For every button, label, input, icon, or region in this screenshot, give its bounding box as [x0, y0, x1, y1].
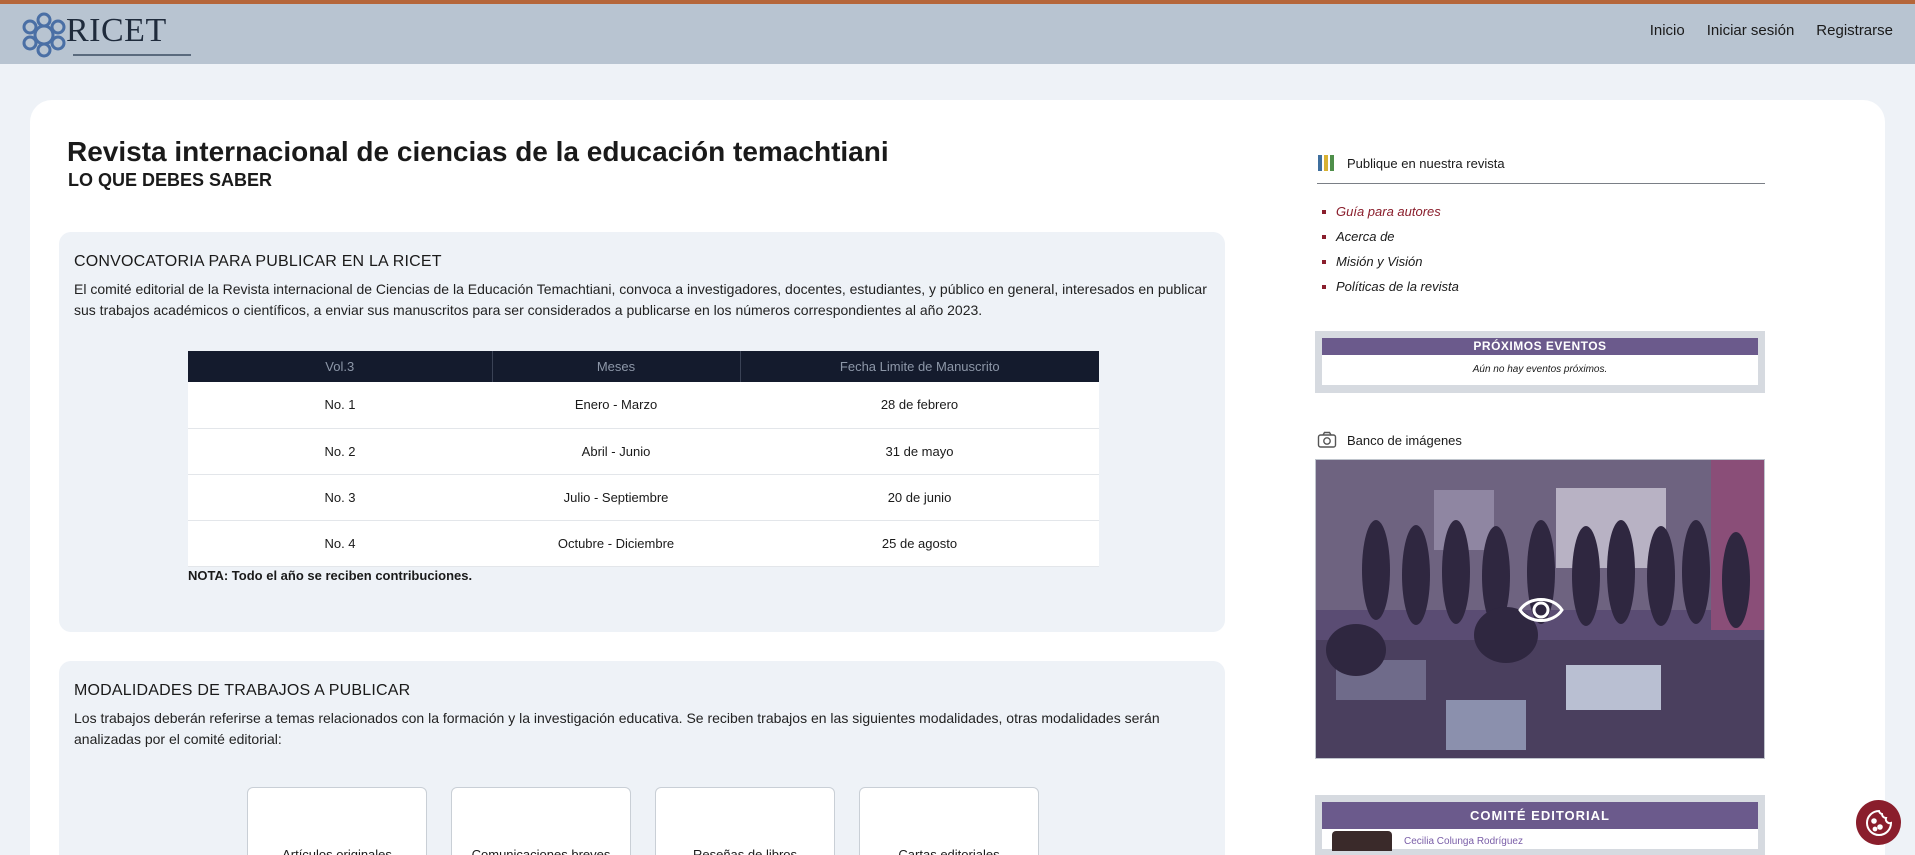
convocatoria-title: CONVOCATORIA PARA PUBLICAR EN LA RICET: [74, 253, 442, 270]
divider: [1317, 183, 1765, 184]
cookie-settings-button[interactable]: [1856, 800, 1901, 845]
table-row: No. 1 Enero - Marzo 28 de febrero: [188, 382, 1099, 429]
avatar: [1332, 831, 1392, 851]
table-cell: No. 2: [188, 428, 492, 475]
site-logo[interactable]: RICET: [20, 12, 191, 58]
publique-links: Guía para autores Acerca de Misión y Vis…: [1322, 199, 1459, 299]
modalidad-card[interactable]: Comunicaciones breves: [451, 787, 631, 855]
modalidades-title: MODALIDADES DE TRABAJOS A PUBLICAR: [74, 682, 411, 699]
camera-icon: [1317, 431, 1337, 449]
logo-emblem-icon: [22, 12, 66, 58]
cookie-icon: [1865, 809, 1892, 836]
table-cell: Abril - Junio: [492, 428, 740, 475]
page-title: Revista internacional de ciencias de la …: [67, 136, 889, 167]
link-guia-autores[interactable]: Guía para autores: [1322, 199, 1459, 224]
table-cell: No. 4: [188, 520, 492, 567]
table-cell: Enero - Marzo: [492, 382, 740, 429]
convocatoria-note: NOTA: Todo el año se reciben contribucio…: [188, 568, 473, 583]
column-header: Fecha Limite de Manuscrito: [740, 351, 1099, 382]
convocatoria-section: CONVOCATORIA PARA PUBLICAR EN LA RICET E…: [59, 232, 1225, 632]
table-cell: 25 de agosto: [740, 520, 1099, 567]
table-cell: Julio - Septiembre: [492, 474, 740, 521]
table-header-row: Vol.3 Meses Fecha Limite de Manuscrito: [188, 351, 1099, 382]
image-bank-photo[interactable]: [1315, 459, 1765, 759]
logo-text: RICET: [66, 12, 167, 49]
modalidad-card[interactable]: Artículos originales: [247, 787, 427, 855]
table-cell: No. 3: [188, 474, 492, 521]
banco-heading: Banco de imágenes: [1317, 431, 1462, 449]
modalidad-card[interactable]: Reseñas de libros: [655, 787, 835, 855]
nav-inicio[interactable]: Inicio: [1650, 22, 1685, 39]
modalidades-list: Artículos originales Comunicaciones brev…: [247, 787, 1039, 855]
comite-widget: COMITÉ EDITORIAL Cecilia Colunga Rodrígu…: [1315, 795, 1765, 855]
comite-list: Cecilia Colunga Rodríguez: [1322, 829, 1758, 851]
eye-icon[interactable]: [1517, 591, 1565, 629]
table-cell: Octubre - Diciembre: [492, 520, 740, 567]
events-title: PRÓXIMOS EVENTOS: [1322, 338, 1758, 355]
table-row: No. 3 Julio - Septiembre 20 de junio: [188, 474, 1099, 521]
table-row: No. 4 Octubre - Diciembre 25 de agosto: [188, 520, 1099, 567]
column-header: Vol.3: [188, 351, 493, 382]
bars-chart-icon: [1317, 154, 1337, 172]
table-cell: 20 de junio: [740, 474, 1099, 521]
column-header: Meses: [492, 351, 741, 382]
events-widget: PRÓXIMOS EVENTOS Aún no hay eventos próx…: [1315, 331, 1765, 393]
convocatoria-text: El comité editorial de la Revista intern…: [74, 281, 1207, 318]
publique-title: Publique en nuestra revista: [1347, 155, 1505, 171]
link-acerca-de[interactable]: Acerca de: [1322, 224, 1459, 249]
logo-tagline-line: [73, 54, 191, 56]
page-subtitle: LO QUE DEBES SABER: [68, 170, 273, 190]
table-cell: No. 1: [188, 382, 492, 429]
nav-iniciar-sesion[interactable]: Iniciar sesión: [1707, 22, 1795, 39]
banco-title: Banco de imágenes: [1347, 432, 1462, 448]
table-cell: 28 de febrero: [740, 382, 1099, 429]
modalidades-text: Los trabajos deberán referirse a temas r…: [74, 710, 1160, 747]
comite-member-name[interactable]: Cecilia Colunga Rodríguez: [1404, 836, 1523, 847]
comite-title: COMITÉ EDITORIAL: [1322, 802, 1758, 829]
link-politicas[interactable]: Políticas de la revista: [1322, 274, 1459, 299]
site-header: RICET Inicio Iniciar sesión Registrarse: [0, 4, 1915, 64]
table-cell: 31 de mayo: [740, 428, 1099, 475]
nav-registrarse[interactable]: Registrarse: [1816, 22, 1893, 39]
modalidad-card[interactable]: Cartas editoriales: [859, 787, 1039, 855]
link-mision-vision[interactable]: Misión y Visión: [1322, 249, 1459, 274]
main-nav: Inicio Iniciar sesión Registrarse: [1650, 22, 1893, 39]
table-row: No. 2 Abril - Junio 31 de mayo: [188, 428, 1099, 475]
publique-heading: Publique en nuestra revista: [1317, 154, 1505, 172]
convocatoria-table: Vol.3 Meses Fecha Limite de Manuscrito N…: [188, 351, 1099, 567]
events-empty-text: Aún no hay eventos próximos.: [1322, 355, 1758, 385]
modalidades-section: MODALIDADES DE TRABAJOS A PUBLICAR Los t…: [59, 661, 1225, 855]
